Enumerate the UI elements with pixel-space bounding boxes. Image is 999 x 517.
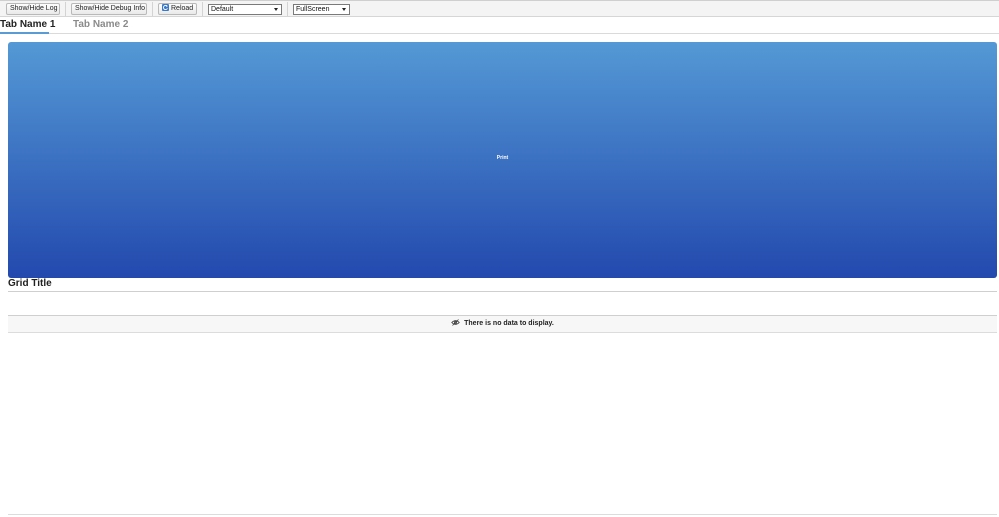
print-label: Print: [496, 155, 509, 161]
view-mode-select[interactable]: FullScreen: [293, 4, 350, 15]
toolbar-separator: [65, 2, 66, 16]
toolbar-separator: [287, 2, 288, 16]
reload-button[interactable]: Reload: [158, 3, 197, 15]
reload-button-label: Reload: [171, 5, 194, 12]
active-tab-indicator: [0, 32, 49, 34]
toolbar-separator: [152, 2, 153, 16]
tab-name-2[interactable]: Tab Name 2: [73, 19, 128, 31]
grid-title-divider: [8, 291, 997, 292]
grid-empty-row: There is no data to display.: [8, 315, 997, 333]
toolbar: Show/Hide Log Show/Hide Debug Info Reloa…: [0, 0, 999, 17]
show-hide-debug-info-button[interactable]: Show/Hide Debug Info: [71, 3, 147, 15]
view-mode-select-value: FullScreen: [296, 6, 330, 13]
reload-icon: [162, 4, 169, 11]
theme-select[interactable]: Default: [208, 4, 282, 15]
eye-off-icon: [451, 319, 460, 326]
grid-empty-message: There is no data to display.: [464, 320, 554, 327]
toolbar-separator: [202, 2, 203, 16]
chevron-down-icon: [274, 8, 278, 11]
tab-strip: Tab Name 1 Tab Name 2: [0, 17, 999, 34]
tab-name-1[interactable]: Tab Name 1: [0, 19, 55, 31]
print-banner[interactable]: Print: [8, 42, 997, 278]
theme-select-value: Default: [211, 6, 234, 13]
show-hide-log-button[interactable]: Show/Hide Log: [6, 3, 60, 15]
grid-title: Grid Title: [8, 278, 52, 289]
grid-bottom-border: [8, 514, 997, 515]
chevron-down-icon: [342, 8, 346, 11]
